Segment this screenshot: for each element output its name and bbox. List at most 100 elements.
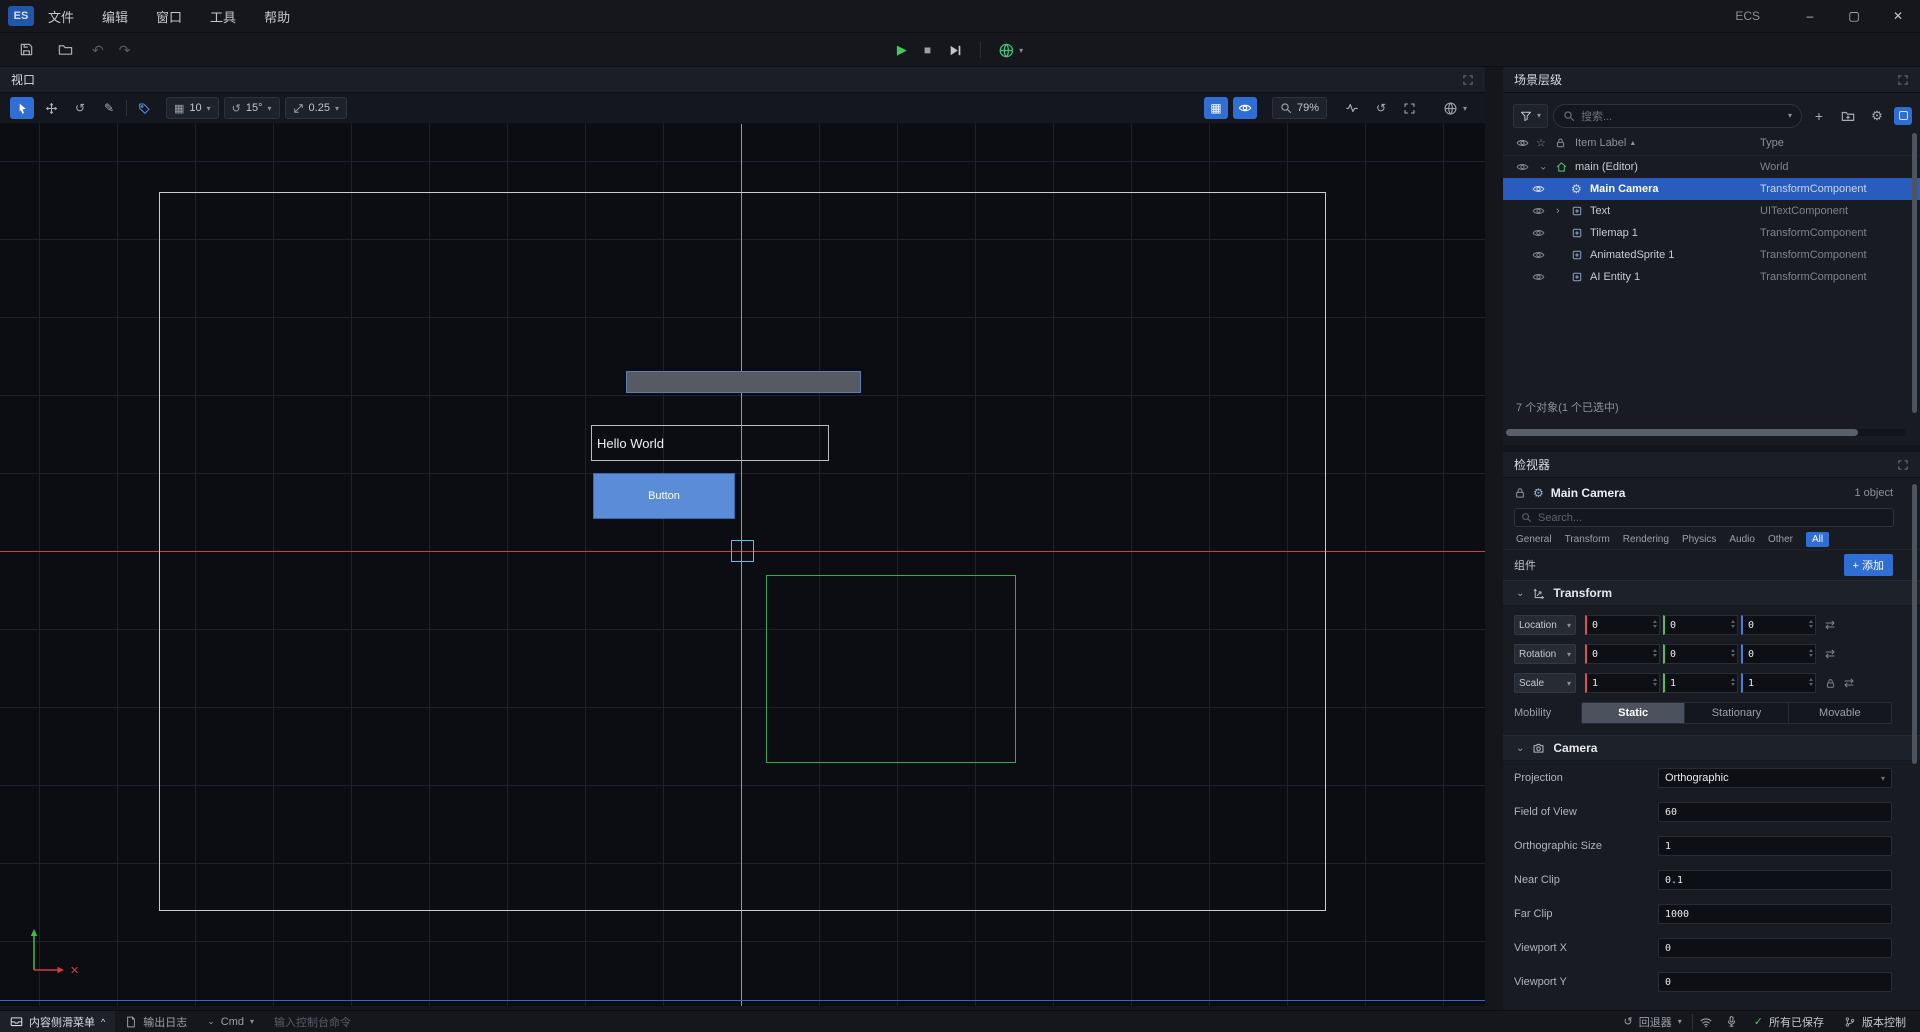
content-drawer-button[interactable]: 内容侧滑菜单 ^ <box>0 1011 115 1032</box>
visibility-toggle[interactable] <box>1532 205 1545 218</box>
tab-physics[interactable]: Physics <box>1682 534 1716 545</box>
link-axes-icon[interactable]: ⇄ <box>1825 618 1835 632</box>
rotation-z-field[interactable]: 0 <box>1741 644 1816 664</box>
version-control-button[interactable]: 版本控制 <box>1834 1011 1920 1032</box>
stop-button[interactable]: ■ <box>924 43 931 57</box>
undo-button[interactable]: ↶ <box>92 43 104 57</box>
maximize-button[interactable]: ▢ <box>1832 0 1876 33</box>
add-entity-button[interactable]: + <box>1807 105 1831 127</box>
step-button[interactable] <box>948 43 963 58</box>
selection-anchor-rect[interactable] <box>731 540 754 562</box>
zoom-control[interactable]: 79% <box>1272 97 1327 119</box>
expand-chevron[interactable]: ⌄ <box>1539 162 1547 173</box>
mobility-stationary[interactable]: Stationary <box>1685 703 1788 723</box>
redo-button[interactable]: ↷ <box>119 43 131 57</box>
history-dropdown[interactable]: ↺ 回退器 ▾ <box>1614 1011 1692 1032</box>
hierarchy-hscrollbar[interactable] <box>1506 429 1906 436</box>
type-column-header[interactable]: Type <box>1760 137 1784 149</box>
console-command-input[interactable]: 输入控制台命令 <box>264 1011 361 1032</box>
expand-chevron[interactable]: › <box>1556 205 1560 217</box>
scale-y-field[interactable]: 1 <box>1663 673 1738 693</box>
spinner-icon[interactable] <box>1809 620 1813 628</box>
hierarchy-row-ai-entity[interactable]: AI Entity 1 TransformComponent <box>1503 266 1920 288</box>
camera-section-header[interactable]: ⌄ Camera <box>1503 735 1920 761</box>
hierarchy-row-tilemap[interactable]: Tilemap 1 TransformComponent <box>1503 222 1920 244</box>
transform-section-header[interactable]: ⌄ Transform <box>1503 580 1920 606</box>
launch-target-dropdown[interactable]: ▾ <box>998 42 1023 59</box>
hierarchy-row-text[interactable]: › Text UITextComponent <box>1503 200 1920 222</box>
edit-tool-button[interactable]: ✎ <box>97 97 121 119</box>
grid-toggle-button[interactable]: ▦ <box>1204 97 1228 119</box>
spinner-icon[interactable] <box>1653 620 1657 628</box>
location-y-field[interactable]: 0 <box>1663 615 1738 635</box>
rotation-x-field[interactable]: 0 <box>1585 644 1660 664</box>
save-button[interactable] <box>14 39 38 61</box>
mobility-static[interactable]: Static <box>1582 703 1685 723</box>
open-folder-button[interactable] <box>53 39 77 61</box>
viewport-expand-button[interactable] <box>1462 74 1474 86</box>
visibility-toggle[interactable] <box>1532 227 1545 240</box>
hierarchy-settings-button[interactable]: ⚙ <box>1865 105 1889 127</box>
location-z-field[interactable]: 0 <box>1741 615 1816 635</box>
visibility-toggle[interactable] <box>1516 161 1529 174</box>
select-tool-button[interactable] <box>10 97 34 119</box>
hierarchy-vscrollbar[interactable] <box>1912 133 1917 413</box>
tab-general[interactable]: General <box>1516 534 1552 545</box>
viewport-x-input[interactable]: 0 <box>1658 938 1892 958</box>
menu-tools[interactable]: 工具 <box>196 0 250 33</box>
add-component-button[interactable]: + 添加 <box>1844 554 1893 576</box>
lock-toggle[interactable] <box>1514 487 1526 499</box>
scene-text-object[interactable]: Hello World <box>591 425 829 461</box>
hierarchy-row-main[interactable]: ⌄ main (Editor) World <box>1503 156 1920 178</box>
scene-button-object[interactable]: Button <box>593 473 735 519</box>
field-of-view-input[interactable]: 60 <box>1658 802 1892 822</box>
label-column-header[interactable]: Item Label ▲ <box>1575 137 1636 149</box>
hierarchy-row-main-camera[interactable]: ⚙ Main Camera TransformComponent <box>1503 178 1920 200</box>
close-button[interactable]: ✕ <box>1876 0 1920 33</box>
tab-other[interactable]: Other <box>1768 534 1793 545</box>
scene-slider-object[interactable] <box>626 371 861 393</box>
cmd-dropdown[interactable]: ⌄ Cmd ▾ <box>197 1011 264 1032</box>
play-button[interactable]: ▶ <box>897 42 907 58</box>
fullscreen-button[interactable] <box>1398 97 1422 119</box>
inspector-search-input[interactable]: Search... <box>1514 508 1894 527</box>
rotate-tool-button[interactable]: ↺ <box>68 97 92 119</box>
location-x-field[interactable]: 0 <box>1585 615 1660 635</box>
scale-x-field[interactable]: 1 <box>1585 673 1660 693</box>
hierarchy-search-input[interactable]: 搜索... ▾ <box>1553 104 1802 128</box>
visibility-toggle-button[interactable] <box>1233 97 1257 119</box>
link-axes-icon[interactable]: ⇄ <box>1825 647 1835 661</box>
spinner-icon[interactable] <box>1653 678 1657 686</box>
viewport-canvas[interactable]: Hello World Button ✕ <box>0 124 1485 1006</box>
visibility-toggle[interactable] <box>1532 249 1545 262</box>
orthographic-size-input[interactable]: 1 <box>1658 836 1892 856</box>
save-status[interactable]: ✓ 所有已保存 <box>1744 1011 1834 1032</box>
scale-snap-dropdown[interactable]: 0.25 ▾ <box>285 97 347 119</box>
tab-all[interactable]: All <box>1806 532 1829 547</box>
far-clip-input[interactable]: 1000 <box>1658 904 1892 924</box>
viewport-y-input[interactable]: 0 <box>1658 972 1892 992</box>
rotation-dropdown[interactable]: Rotation ▾ <box>1514 644 1576 664</box>
panel-dock-button[interactable] <box>1894 107 1912 125</box>
spinner-icon[interactable] <box>1653 649 1657 657</box>
menu-help[interactable]: 帮助 <box>250 0 304 33</box>
near-clip-input[interactable]: 0.1 <box>1658 870 1892 890</box>
audio-input-button[interactable] <box>1719 1011 1744 1032</box>
spinner-icon[interactable] <box>1731 678 1735 686</box>
lock-scale-icon[interactable] <box>1825 678 1836 689</box>
spinner-icon[interactable] <box>1731 620 1735 628</box>
menu-edit[interactable]: 编辑 <box>88 0 142 33</box>
spinner-icon[interactable] <box>1809 649 1813 657</box>
spinner-icon[interactable] <box>1731 649 1735 657</box>
world-view-dropdown[interactable]: ▾ <box>1435 97 1475 119</box>
spinner-icon[interactable] <box>1809 678 1813 686</box>
scene-region-rect[interactable] <box>766 575 1016 763</box>
location-dropdown[interactable]: Location ▾ <box>1514 615 1576 635</box>
inspector-expand-button[interactable] <box>1897 459 1909 471</box>
link-axes-icon[interactable]: ⇄ <box>1844 676 1854 690</box>
scale-dropdown[interactable]: Scale ▾ <box>1514 673 1576 693</box>
menu-window[interactable]: 窗口 <box>142 0 196 33</box>
minimize-button[interactable]: – <box>1788 0 1832 33</box>
grid-size-dropdown[interactable]: ▦ 10 ▾ <box>166 97 219 119</box>
hierarchy-expand-button[interactable] <box>1897 74 1909 86</box>
